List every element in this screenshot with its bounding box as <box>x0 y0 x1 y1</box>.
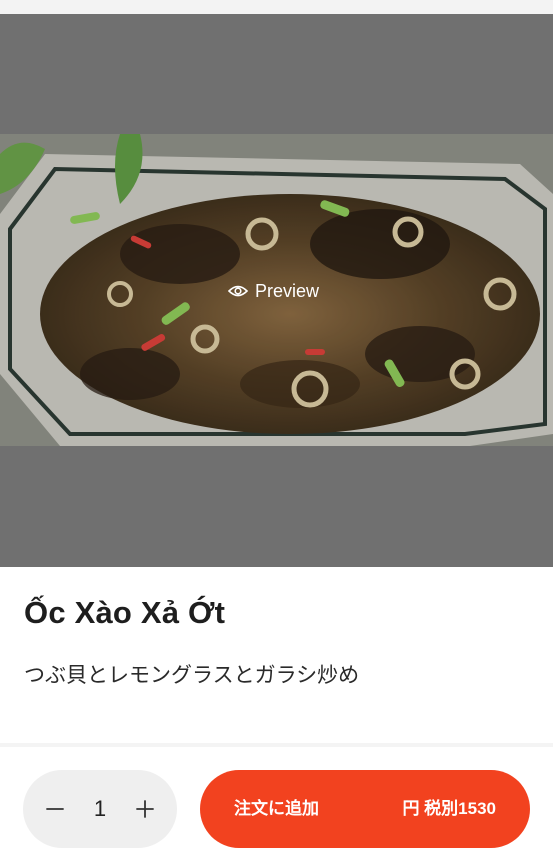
decrement-button[interactable] <box>29 770 81 848</box>
item-description: つぶ貝とレモングラスとガラシ炒め <box>24 664 360 687</box>
dish-image-area[interactable]: Preview <box>0 14 553 567</box>
price-label: 円 税別1530 <box>402 799 496 818</box>
preview-label: Preview <box>255 280 320 301</box>
order-bar: 1 注文に追加 円 税別1530 <box>0 747 553 863</box>
minus-icon <box>46 808 64 810</box>
top-strip <box>0 0 553 14</box>
add-to-order-label: 注文に追加 <box>234 799 319 818</box>
quantity-value: 1 <box>93 796 107 821</box>
quantity-stepper[interactable]: 1 <box>23 770 177 848</box>
plus-icon <box>136 800 154 818</box>
increment-button[interactable] <box>119 770 171 848</box>
eye-icon <box>228 285 248 297</box>
item-info: Ốc Xào Xả Ớt つぶ貝とレモングラスとガラシ炒め <box>0 567 553 743</box>
add-to-order-button[interactable]: 注文に追加 円 税別1530 <box>200 770 530 848</box>
item-title: Ốc Xào Xả Ớt <box>24 595 226 630</box>
preview-button[interactable]: Preview <box>228 280 319 302</box>
